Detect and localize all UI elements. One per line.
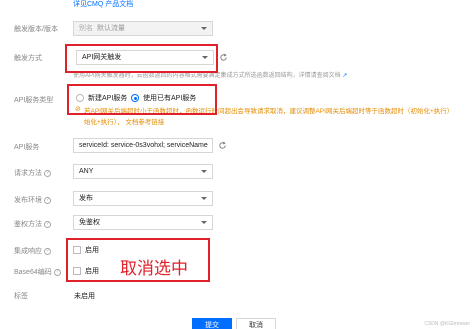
base64-label: Base64编码? bbox=[14, 267, 61, 277]
auth-method-select[interactable]: 免鉴权 bbox=[73, 215, 213, 230]
request-method-select[interactable]: ANY bbox=[73, 164, 213, 179]
auth-method-label: 鉴权方法? bbox=[14, 219, 51, 229]
help-icon[interactable]: ? bbox=[44, 196, 51, 204]
annotation-uncheck: 取消选中 bbox=[120, 259, 188, 279]
refresh-icon[interactable] bbox=[219, 53, 228, 62]
tag-label: 标签 bbox=[14, 293, 28, 300]
chevron-down-icon bbox=[201, 197, 207, 200]
timeout-warning-line2: 始化+执行）， 文档参考链接 bbox=[84, 119, 165, 126]
help-icon[interactable]: ? bbox=[44, 247, 51, 255]
chevron-down-icon bbox=[201, 27, 207, 30]
auth-method-value: 免鉴权 bbox=[79, 219, 100, 226]
chevron-down-icon bbox=[201, 170, 207, 173]
publish-env-label: 发布环境? bbox=[14, 195, 51, 205]
publish-env-value: 发布 bbox=[79, 195, 93, 202]
trigger-version-label: 触发版本/版本 bbox=[14, 26, 58, 33]
submit-button[interactable]: 提交 bbox=[192, 318, 232, 329]
publish-env-select[interactable]: 发布 bbox=[73, 191, 213, 206]
watermark: CSDN @KGbrowser bbox=[424, 321, 470, 327]
trigger-version-select: 别名 默认流量 bbox=[73, 21, 213, 36]
request-method-label: 请求方法? bbox=[14, 168, 51, 178]
api-service-type-label: API服务类型 bbox=[14, 97, 54, 104]
trigger-version-value: 默认流量 bbox=[97, 25, 125, 32]
external-link-icon[interactable]: ↗ bbox=[342, 73, 347, 79]
api-service-select[interactable]: serviceId: service-0s3vohxl; serviceName bbox=[73, 138, 213, 153]
api-service-value: serviceId: service-0s3vohxl; serviceName bbox=[79, 142, 208, 149]
alias-prefix: 别名 bbox=[79, 25, 93, 32]
refresh-icon[interactable] bbox=[218, 141, 227, 150]
tag-value: 未启用 bbox=[74, 293, 95, 300]
api-service-label: API服务 bbox=[14, 144, 40, 151]
integration-response-label: 集成响应? bbox=[14, 246, 51, 256]
trigger-method-label: 触发方式 bbox=[14, 55, 42, 62]
highlight-trigger-method bbox=[65, 44, 218, 73]
cmq-doc-link[interactable]: 详见CMQ 产品文档 bbox=[73, 0, 133, 9]
help-icon[interactable]: ? bbox=[44, 220, 51, 228]
help-icon[interactable]: ? bbox=[44, 169, 51, 177]
request-method-value: ANY bbox=[79, 168, 94, 175]
help-icon[interactable]: ? bbox=[53, 268, 61, 276]
cancel-button[interactable]: 取消 bbox=[236, 318, 276, 329]
chevron-down-icon bbox=[201, 221, 207, 224]
highlight-api-service-type bbox=[67, 84, 217, 115]
